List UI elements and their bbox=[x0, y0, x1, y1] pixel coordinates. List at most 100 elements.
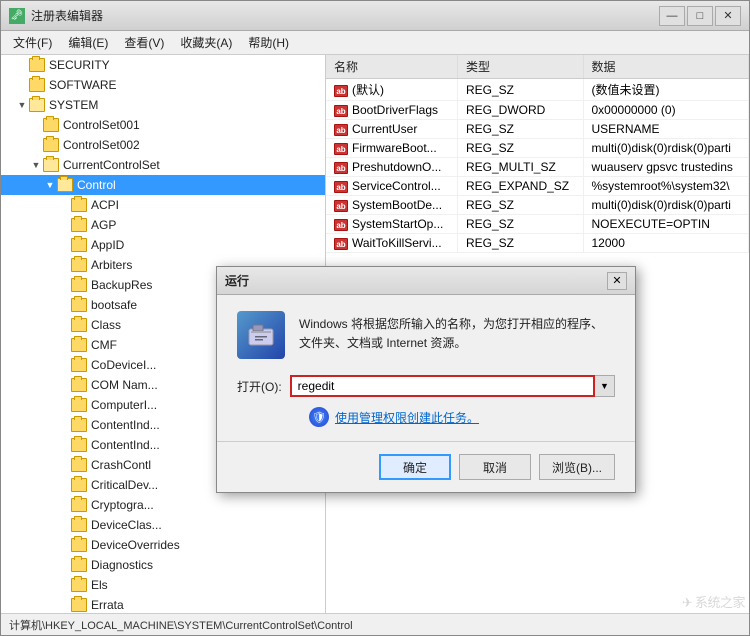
dropdown-button[interactable]: ▼ bbox=[595, 375, 615, 397]
tree-arrow: ▼ bbox=[29, 160, 43, 170]
open-label: 打开(O): bbox=[237, 378, 282, 395]
folder-icon bbox=[71, 478, 87, 492]
cell-data: multi(0)disk(0)rdisk(0)parti bbox=[583, 196, 749, 215]
tree-item-label: ControlSet001 bbox=[63, 118, 140, 132]
menu-bar: 文件(F) 编辑(E) 查看(V) 收藏夹(A) 帮助(H) bbox=[1, 31, 749, 55]
tree-item-controlset002[interactable]: ControlSet002 bbox=[1, 135, 325, 155]
tree-item-label: CriticalDev... bbox=[91, 478, 158, 492]
tree-item-diagnostics[interactable]: Diagnostics bbox=[1, 555, 325, 575]
watermark: ✈ 系统之家 bbox=[682, 592, 745, 611]
ok-button[interactable]: 确定 bbox=[379, 454, 451, 480]
folder-icon bbox=[71, 378, 87, 392]
folder-icon bbox=[71, 458, 87, 472]
tree-item-security[interactable]: SECURITY bbox=[1, 55, 325, 75]
cell-type: REG_SZ bbox=[457, 215, 583, 234]
table-row[interactable]: abSystemBootDe...REG_SZmulti(0)disk(0)rd… bbox=[326, 196, 749, 215]
cancel-button[interactable]: 取消 bbox=[459, 454, 531, 480]
tree-item-controlset001[interactable]: ControlSet001 bbox=[1, 115, 325, 135]
table-row[interactable]: abServiceControl...REG_EXPAND_SZ%systemr… bbox=[326, 177, 749, 196]
folder-icon bbox=[71, 358, 87, 372]
shield-icon: 🛡 bbox=[309, 407, 329, 427]
cell-data: NOEXECUTE=OPTIN bbox=[583, 215, 749, 234]
tree-item-label: AppID bbox=[91, 238, 124, 252]
tree-item-label: SECURITY bbox=[49, 58, 110, 72]
folder-icon bbox=[29, 78, 45, 92]
table-row[interactable]: abPreshutdownO...REG_MULTI_SZwuauserv gp… bbox=[326, 158, 749, 177]
folder-icon bbox=[71, 218, 87, 232]
cell-name: abSystemStartOp... bbox=[326, 215, 457, 234]
tree-item-label: Control bbox=[77, 178, 116, 192]
tree-item-acpi[interactable]: ACPI bbox=[1, 195, 325, 215]
tree-item-system[interactable]: ▼ SYSTEM bbox=[1, 95, 325, 115]
cell-type: REG_SZ bbox=[457, 79, 583, 101]
tree-item-label: SYSTEM bbox=[49, 98, 98, 112]
table-row[interactable]: ab(默认)REG_SZ(数值未设置) bbox=[326, 79, 749, 101]
cell-name: abWaitToKillServi... bbox=[326, 234, 457, 253]
run-input[interactable] bbox=[290, 375, 595, 397]
admin-row: 🛡 使用管理权限创建此任务。 bbox=[237, 407, 615, 427]
dialog-buttons: 确定 取消 浏览(B)... bbox=[237, 454, 615, 480]
tree-item-label: DeviceOverrides bbox=[91, 538, 180, 552]
menu-file[interactable]: 文件(F) bbox=[5, 31, 60, 54]
tree-item-agp[interactable]: AGP bbox=[1, 215, 325, 235]
tree-arrow: ▼ bbox=[15, 100, 29, 110]
folder-icon bbox=[71, 258, 87, 272]
dialog-body: Windows 将根据您所输入的名称，为您打开相应的程序、文件夹、文档或 Int… bbox=[217, 295, 635, 492]
cell-type: REG_MULTI_SZ bbox=[457, 158, 583, 177]
cell-name: abFirmwareBoot... bbox=[326, 139, 457, 158]
run-dialog: 运行 ✕ Windows 将根据您所输入的名称 bbox=[216, 266, 636, 493]
tree-item-control[interactable]: ▼Control bbox=[1, 175, 325, 195]
tree-item-errata[interactable]: Errata bbox=[1, 595, 325, 613]
admin-link[interactable]: 使用管理权限创建此任务。 bbox=[335, 409, 479, 426]
tree-item-appid[interactable]: AppID bbox=[1, 235, 325, 255]
close-button[interactable]: ✕ bbox=[715, 6, 741, 26]
folder-icon bbox=[29, 98, 45, 112]
tree-item-label: DeviceClas... bbox=[91, 518, 162, 532]
tree-item-label: ACPI bbox=[91, 198, 119, 212]
folder-icon bbox=[71, 278, 87, 292]
table-row[interactable]: abSystemStartOp...REG_SZNOEXECUTE=OPTIN bbox=[326, 215, 749, 234]
menu-edit[interactable]: 编辑(E) bbox=[60, 31, 116, 54]
table-row[interactable]: abWaitToKillServi...REG_SZ12000 bbox=[326, 234, 749, 253]
cell-data: (数值未设置) bbox=[583, 79, 749, 101]
tree-item-label: CrashContl bbox=[91, 458, 151, 472]
cell-name: ab(默认) bbox=[326, 79, 457, 101]
cell-data: %systemroot%\system32\ bbox=[583, 177, 749, 196]
cell-type: REG_EXPAND_SZ bbox=[457, 177, 583, 196]
cell-type: REG_SZ bbox=[457, 234, 583, 253]
status-bar: 计算机\HKEY_LOCAL_MACHINE\SYSTEM\CurrentCon… bbox=[1, 613, 749, 635]
folder-icon bbox=[57, 178, 73, 192]
run-dialog-icon bbox=[237, 311, 285, 359]
folder-icon bbox=[43, 158, 59, 172]
dialog-close-button[interactable]: ✕ bbox=[607, 272, 627, 290]
menu-view[interactable]: 查看(V) bbox=[116, 31, 172, 54]
tree-item-label: SOFTWARE bbox=[49, 78, 117, 92]
table-row[interactable]: abFirmwareBoot...REG_SZmulti(0)disk(0)rd… bbox=[326, 139, 749, 158]
menu-help[interactable]: 帮助(H) bbox=[240, 31, 297, 54]
menu-favorites[interactable]: 收藏夹(A) bbox=[172, 31, 240, 54]
tree-item-deviceclas[interactable]: DeviceClas... bbox=[1, 515, 325, 535]
maximize-button[interactable]: □ bbox=[687, 6, 713, 26]
table-row[interactable]: abBootDriverFlagsREG_DWORD0x00000000 (0) bbox=[326, 101, 749, 120]
title-bar: 🗝 注册表编辑器 — □ ✕ bbox=[1, 1, 749, 31]
minimize-button[interactable]: — bbox=[659, 6, 685, 26]
tree-item-label: AGP bbox=[91, 218, 116, 232]
browse-button[interactable]: 浏览(B)... bbox=[539, 454, 615, 480]
folder-icon bbox=[71, 578, 87, 592]
tree-item-currentcontrolset[interactable]: ▼ CurrentControlSet bbox=[1, 155, 325, 175]
app-icon: 🗝 bbox=[9, 8, 25, 24]
tree-item-deviceoverrides[interactable]: DeviceOverrides bbox=[1, 535, 325, 555]
cell-name: abCurrentUser bbox=[326, 120, 457, 139]
tree-item-label: bootsafe bbox=[91, 298, 137, 312]
tree-item-cryptogra[interactable]: Cryptogra... bbox=[1, 495, 325, 515]
tree-item-label: CurrentControlSet bbox=[63, 158, 160, 172]
cell-name: abSystemBootDe... bbox=[326, 196, 457, 215]
table-row[interactable]: abCurrentUserREG_SZUSERNAME bbox=[326, 120, 749, 139]
folder-icon bbox=[71, 298, 87, 312]
tree-item-software[interactable]: SOFTWARE bbox=[1, 75, 325, 95]
tree-item-label: Arbiters bbox=[91, 258, 132, 272]
tree-item-els[interactable]: Els bbox=[1, 575, 325, 595]
open-row: 打开(O): ▼ bbox=[237, 375, 615, 397]
folder-icon bbox=[71, 498, 87, 512]
folder-icon bbox=[71, 558, 87, 572]
